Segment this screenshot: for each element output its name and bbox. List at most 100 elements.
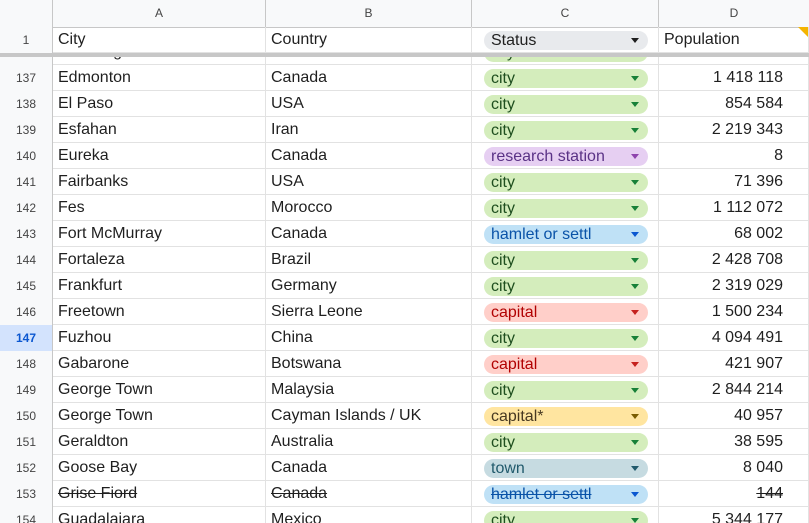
status-cell[interactable]: research station <box>472 143 659 169</box>
dropdown-arrow-icon[interactable] <box>631 102 639 107</box>
dropdown-arrow-icon[interactable] <box>631 154 639 159</box>
population-cell[interactable]: 1 112 072 <box>659 195 809 221</box>
column-header-c[interactable]: C <box>472 0 659 27</box>
country-cell[interactable]: Australia <box>266 429 472 455</box>
city-cell[interactable]: Geraldton <box>53 429 266 455</box>
dropdown-arrow-icon[interactable] <box>631 206 639 211</box>
country-cell[interactable]: Botswana <box>266 351 472 377</box>
row-number[interactable]: 137 <box>0 65 53 91</box>
country-cell[interactable]: UK <box>266 57 472 65</box>
status-cell[interactable]: city <box>472 91 659 117</box>
status-chip[interactable]: city <box>484 121 648 140</box>
status-cell[interactable]: capital <box>472 299 659 325</box>
population-cell[interactable]: 501 466 <box>659 57 809 65</box>
city-cell[interactable]: George Town <box>53 377 266 403</box>
population-cell[interactable]: 144 <box>659 481 809 507</box>
country-cell[interactable]: Brazil <box>266 247 472 273</box>
header-status-chip[interactable]: Status <box>484 31 648 50</box>
row-number[interactable]: 150 <box>0 403 53 429</box>
header-status-cell[interactable]: Status <box>472 27 659 53</box>
country-cell[interactable]: Morocco <box>266 195 472 221</box>
status-chip[interactable]: city <box>484 511 648 523</box>
city-cell[interactable]: George Town <box>53 403 266 429</box>
status-chip[interactable]: city <box>484 329 648 348</box>
status-cell[interactable]: city <box>472 247 659 273</box>
population-cell[interactable]: 5 344 177 <box>659 507 809 523</box>
row-number[interactable]: 147 <box>0 325 53 351</box>
dropdown-arrow-icon[interactable] <box>631 258 639 263</box>
status-chip[interactable]: city <box>484 57 648 62</box>
column-header-b[interactable]: B <box>266 0 472 27</box>
status-cell[interactable]: city <box>472 377 659 403</box>
city-cell[interactable]: Fairbanks <box>53 169 266 195</box>
dropdown-arrow-icon[interactable] <box>631 362 639 367</box>
status-cell[interactable]: city <box>472 57 659 65</box>
row-number[interactable]: 149 <box>0 377 53 403</box>
row-number[interactable]: 144 <box>0 247 53 273</box>
status-chip[interactable]: capital* <box>484 407 648 426</box>
city-cell[interactable]: Grise Fiord <box>53 481 266 507</box>
status-chip[interactable]: capital <box>484 303 648 322</box>
status-chip[interactable]: city <box>484 95 648 114</box>
status-chip[interactable]: town <box>484 459 648 478</box>
city-cell[interactable]: Guadalajara <box>53 507 266 523</box>
row-number[interactable]: 1 <box>0 27 53 53</box>
city-cell[interactable]: Frankfurt <box>53 273 266 299</box>
population-cell[interactable]: 1 500 234 <box>659 299 809 325</box>
dropdown-arrow-icon[interactable] <box>631 180 639 185</box>
city-cell[interactable]: Eureka <box>53 143 266 169</box>
status-cell[interactable]: city <box>472 325 659 351</box>
status-cell[interactable]: capital* <box>472 403 659 429</box>
dropdown-arrow-icon[interactable] <box>631 336 639 341</box>
row-number[interactable]: 152 <box>0 455 53 481</box>
status-cell[interactable]: hamlet or settl <box>472 221 659 247</box>
country-cell[interactable]: Mexico <box>266 507 472 523</box>
row-number[interactable]: 153 <box>0 481 53 507</box>
row-number[interactable]: 142 <box>0 195 53 221</box>
country-cell[interactable]: Canada <box>266 65 472 91</box>
row-number[interactable]: 138 <box>0 91 53 117</box>
header-city-cell[interactable]: City <box>53 27 266 53</box>
row-number[interactable]: 146 <box>0 299 53 325</box>
city-cell[interactable]: Edmonton <box>53 65 266 91</box>
country-cell[interactable]: USA <box>266 169 472 195</box>
status-cell[interactable]: city <box>472 507 659 523</box>
country-cell[interactable]: Canada <box>266 143 472 169</box>
status-cell[interactable]: city <box>472 195 659 221</box>
status-chip[interactable]: city <box>484 251 648 270</box>
row-number[interactable]: 141 <box>0 169 53 195</box>
population-cell[interactable]: 8 040 <box>659 455 809 481</box>
country-cell[interactable]: Canada <box>266 221 472 247</box>
city-cell[interactable]: Fortaleza <box>53 247 266 273</box>
dropdown-arrow-icon[interactable] <box>631 466 639 471</box>
country-cell[interactable]: Cayman Islands / UK <box>266 403 472 429</box>
population-cell[interactable]: 4 094 491 <box>659 325 809 351</box>
row-number[interactable]: 143 <box>0 221 53 247</box>
row-number[interactable]: 148 <box>0 351 53 377</box>
column-header-d[interactable]: D <box>659 0 809 27</box>
country-cell[interactable]: China <box>266 325 472 351</box>
dropdown-arrow-icon[interactable] <box>631 232 639 237</box>
row-number[interactable]: 139 <box>0 117 53 143</box>
country-cell[interactable]: Sierra Leone <box>266 299 472 325</box>
status-chip[interactable]: city <box>484 381 648 400</box>
population-cell[interactable]: 2 219 343 <box>659 117 809 143</box>
row-number[interactable]: 145 <box>0 273 53 299</box>
city-cell[interactable]: Fes <box>53 195 266 221</box>
population-cell[interactable]: 1 418 118 <box>659 65 809 91</box>
status-chip[interactable]: city <box>484 433 648 452</box>
header-country-cell[interactable]: Country <box>266 27 472 53</box>
country-cell[interactable]: Canada <box>266 481 472 507</box>
city-cell[interactable]: Goose Bay <box>53 455 266 481</box>
country-cell[interactable]: Canada <box>266 455 472 481</box>
row-number[interactable]: 151 <box>0 429 53 455</box>
city-cell[interactable]: Esfahan <box>53 117 266 143</box>
population-cell[interactable]: 2 319 029 <box>659 273 809 299</box>
dropdown-arrow-icon[interactable] <box>631 388 639 393</box>
population-cell[interactable]: 8 <box>659 143 809 169</box>
status-cell[interactable]: hamlet or settl <box>472 481 659 507</box>
population-cell[interactable]: 2 844 214 <box>659 377 809 403</box>
row-number[interactable]: 154 <box>0 507 53 523</box>
dropdown-arrow-icon[interactable] <box>631 284 639 289</box>
status-chip[interactable]: research station <box>484 147 648 166</box>
